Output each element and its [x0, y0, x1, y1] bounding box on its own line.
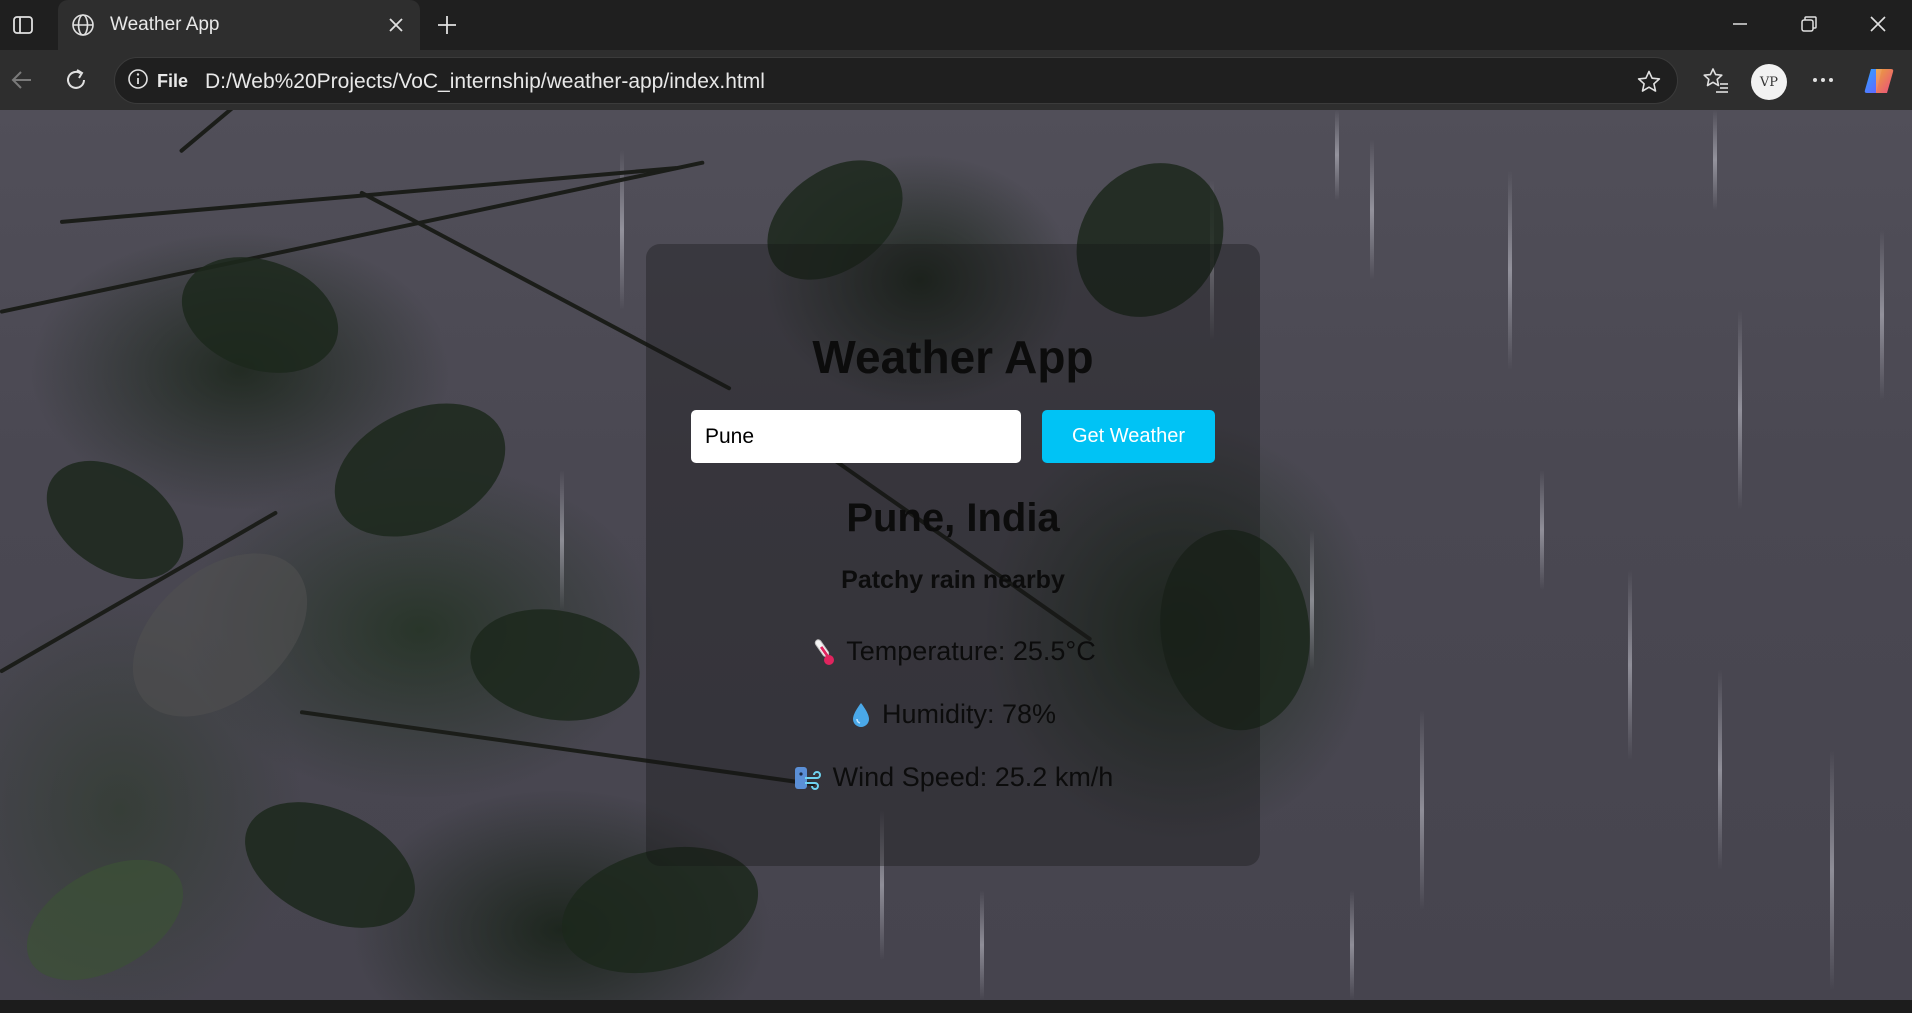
new-tab-icon[interactable]: [430, 8, 464, 42]
globe-icon: [70, 12, 96, 38]
bottom-edge: [0, 1000, 1912, 1013]
profile-avatar[interactable]: VP: [1751, 64, 1787, 100]
favorites-icon[interactable]: [1700, 64, 1732, 96]
page-viewport: Weather App Get Weather Pune, India Patc…: [0, 110, 1912, 1000]
close-window-icon[interactable]: [1844, 0, 1912, 48]
close-tab-icon[interactable]: [382, 11, 410, 39]
location-heading: Pune, India: [846, 496, 1060, 540]
tab-title: Weather App: [110, 14, 220, 35]
wind-row: Wind Speed: 25.2 km/h: [646, 762, 1260, 793]
tab-bar: Weather App: [0, 0, 1912, 50]
copilot-icon[interactable]: [1862, 64, 1896, 98]
tab-actions-icon[interactable]: [10, 12, 36, 38]
droplet-icon: [850, 701, 872, 729]
site-info-button[interactable]: File: [127, 66, 188, 96]
app-title: Weather App: [812, 331, 1094, 383]
browser-toolbar: File D:/Web%20Projects/VoC_internship/we…: [0, 50, 1912, 110]
site-info-label: File: [157, 70, 189, 91]
wind-speed-text: Wind Speed: 25.2 km/h: [832, 762, 1114, 792]
humidity-row: Humidity: 78%: [646, 699, 1260, 730]
thermometer-icon: [810, 637, 836, 667]
get-weather-button[interactable]: Get Weather: [1042, 410, 1215, 463]
restore-icon[interactable]: [1775, 0, 1843, 48]
favorite-star-icon[interactable]: [1635, 68, 1663, 96]
address-bar[interactable]: File D:/Web%20Projects/VoC_internship/we…: [114, 57, 1678, 104]
info-icon: [127, 68, 149, 95]
weather-card: Weather App Get Weather Pune, India Patc…: [646, 244, 1260, 866]
active-tab[interactable]: Weather App: [58, 0, 420, 50]
temperature-text: Temperature: 25.5°C: [846, 636, 1096, 666]
temperature-row: Temperature: 25.5°C: [646, 636, 1260, 667]
weather-condition: Patchy rain nearby: [841, 566, 1065, 594]
more-options-icon[interactable]: [1807, 64, 1839, 96]
back-icon[interactable]: [6, 64, 38, 96]
minimize-icon[interactable]: [1706, 0, 1774, 48]
wind-icon: [793, 764, 823, 792]
city-input[interactable]: [691, 410, 1021, 463]
reload-icon[interactable]: [60, 64, 92, 96]
humidity-text: Humidity: 78%: [881, 699, 1057, 729]
url-text[interactable]: D:/Web%20Projects/VoC_internship/weather…: [205, 70, 765, 94]
